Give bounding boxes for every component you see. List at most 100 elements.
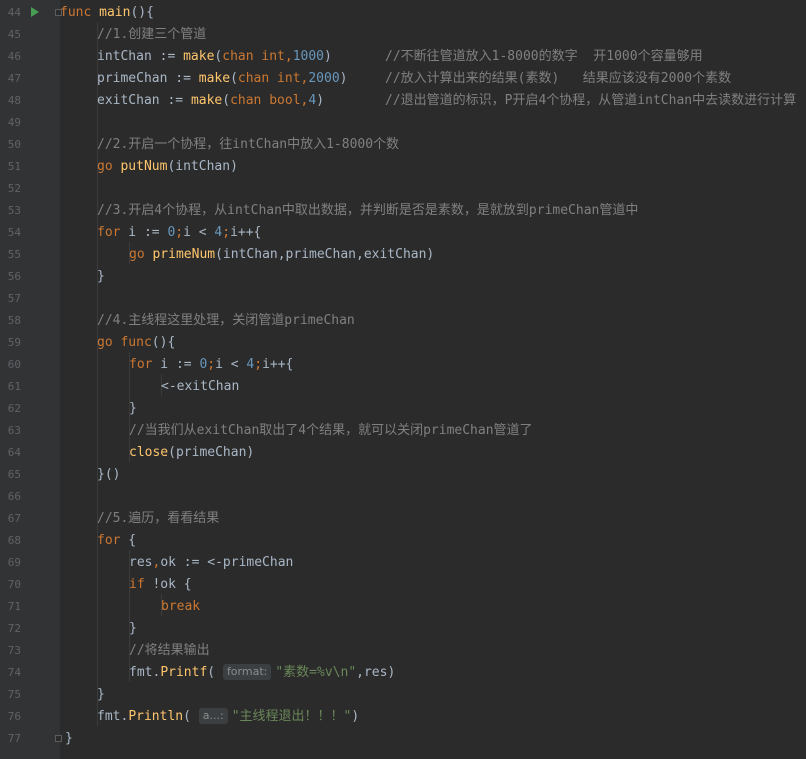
identifier: fmt — [129, 665, 153, 680]
line-number: 64 — [7, 446, 21, 459]
line-number: 46 — [7, 50, 21, 63]
line-number: 67 — [7, 512, 21, 525]
identifier: i < — [215, 357, 247, 372]
code-line: //将结果输出 — [129, 640, 210, 662]
arguments: (primeChan) — [168, 445, 255, 460]
keyword: chan — [230, 93, 262, 108]
punct: } — [129, 401, 137, 416]
expression: !ok { — [144, 577, 192, 592]
code-line: func main(){ — [60, 2, 154, 24]
comment: //5.遍历，看看结果 — [97, 511, 220, 526]
punct: (){ — [151, 335, 176, 350]
identifier: primeChan — [97, 71, 168, 86]
identifier: i < — [183, 225, 215, 240]
comment: //退出管道的标识，P开启4个协程，从管道intChan中去读数进行计算 — [385, 93, 797, 108]
line-number: 60 — [7, 358, 21, 371]
identifier: exitChan — [97, 93, 160, 108]
keyword: go — [129, 247, 145, 262]
code-line: go putNum(intChan) — [97, 156, 238, 178]
line-gutter[interactable]: 44 45 46 47 48 49 50 51 52 53 54 55 56 5… — [0, 0, 62, 759]
line-number: 52 — [7, 182, 21, 195]
line-number: 51 — [7, 160, 21, 173]
code-line: } — [97, 684, 105, 706]
line-number: 54 — [7, 226, 21, 239]
identifier: i — [152, 357, 169, 372]
punct: { — [120, 533, 137, 548]
code-line: break — [161, 596, 200, 618]
code-line: if !ok { — [129, 574, 192, 596]
punct: ( — [222, 93, 231, 108]
punct: ) — [316, 93, 325, 108]
number: 4 — [308, 93, 317, 108]
number: 2000 — [308, 71, 340, 86]
code-line: //1.创建三个管道 — [97, 24, 206, 46]
identifier: intChan — [97, 49, 152, 64]
punct: ( — [183, 709, 191, 724]
code-line: go func(){ — [97, 332, 175, 354]
line-number: 57 — [7, 292, 21, 305]
identifier: fmt — [97, 709, 121, 724]
code-line: exitChan := make(chan bool,4) — [97, 90, 324, 112]
keyword: int — [261, 49, 285, 64]
punct: ; — [207, 357, 216, 372]
identifier: res — [129, 555, 153, 570]
operator: := — [136, 225, 168, 240]
punct: ) — [351, 709, 360, 724]
line-number: 56 — [7, 270, 21, 283]
punct: } — [97, 269, 105, 284]
code-line: }() — [97, 464, 120, 486]
function-call: Printf — [160, 665, 208, 680]
line-number: 61 — [7, 380, 21, 393]
comment: //3.开启4个协程，从intChan中取出数据，并判断是否是素数，是就放到pr… — [97, 203, 639, 218]
identifier: i — [120, 225, 137, 240]
identifier: ok — [160, 555, 176, 570]
punct: } — [97, 687, 105, 702]
punct: }() — [97, 467, 121, 482]
code-area[interactable]: func main(){ //1.创建三个管道 intChan := make(… — [60, 0, 806, 759]
line-number: 48 — [7, 94, 21, 107]
code-line: } — [97, 266, 105, 288]
code-line: <-exitChan — [161, 376, 239, 398]
comment: //2.开启一个协程，往intChan中放入1-8000个数 — [97, 137, 400, 152]
code-line: } — [129, 618, 137, 640]
expression: <-exitChan — [161, 379, 240, 394]
line-number: 76 — [7, 710, 21, 723]
comment: //1.创建三个管道 — [97, 27, 207, 42]
builtin: close — [129, 445, 169, 460]
operator: := — [168, 357, 200, 372]
function-name: main — [99, 5, 131, 20]
identifier: i++{ — [262, 357, 294, 372]
punct: } — [65, 731, 73, 746]
line-number: 50 — [7, 138, 21, 151]
line-number: 74 — [7, 666, 21, 679]
run-gutter-icon[interactable] — [31, 7, 39, 17]
keyword: func — [60, 5, 92, 20]
code-editor[interactable]: 44 45 46 47 48 49 50 51 52 53 54 55 56 5… — [0, 0, 806, 759]
punct: } — [129, 621, 137, 636]
code-line: } — [65, 728, 73, 750]
line-number: 53 — [7, 204, 21, 217]
line-number: 59 — [7, 336, 21, 349]
code-line: close(primeChan) — [129, 442, 254, 464]
comment: //放入计算出来的结果(素数) 结果应该没有2000个素数 — [385, 71, 732, 86]
line-number: 72 — [7, 622, 21, 635]
code-line: go primeNum(intChan,primeChan,exitChan) — [129, 244, 434, 266]
punct: , — [284, 49, 293, 64]
code-line-comment: //退出管道的标识，P开启4个协程，从管道intChan中去读数进行计算 — [385, 90, 796, 112]
keyword: func — [120, 335, 152, 350]
keyword: bool — [269, 93, 301, 108]
code-line: intChan := make(chan int,1000) — [97, 46, 332, 68]
line-number: 70 — [7, 578, 21, 591]
keyword: go — [97, 159, 113, 174]
string-literal: "素数=%v\n" — [275, 665, 357, 680]
string-literal: "主线程退出！！！" — [231, 709, 352, 724]
expression: := <-primeChan — [175, 555, 294, 570]
function-call: Println — [128, 709, 184, 724]
line-number: 47 — [7, 72, 21, 85]
line-number: 55 — [7, 248, 21, 261]
punct: ; — [175, 225, 184, 240]
keyword: int — [277, 71, 301, 86]
line-number: 77 — [7, 732, 21, 745]
builtin: make — [183, 49, 215, 64]
keyword: if — [129, 577, 145, 592]
